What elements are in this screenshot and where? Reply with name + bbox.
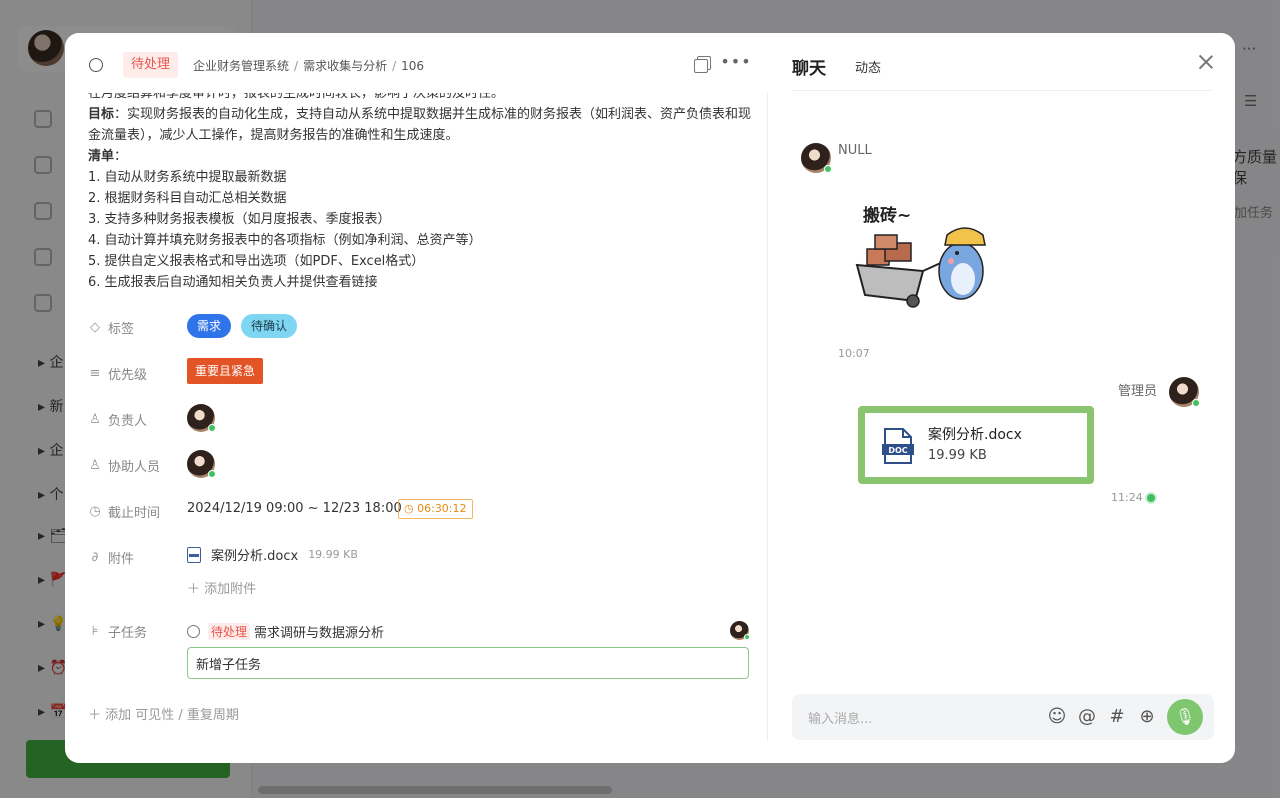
timer-icon: ◷ bbox=[404, 502, 414, 515]
microphone-button[interactable]: 🎙 bbox=[1167, 699, 1203, 735]
microphone-icon: 🎙 bbox=[1174, 707, 1196, 726]
task-detail-modal: 在月度结算和季度审计时，报表的生成时间较长，影响了决策的及时性。 目标：实现财务… bbox=[65, 33, 1235, 763]
clock-icon: ◷ bbox=[89, 503, 101, 519]
file-message-card[interactable]: DOC 案例分析.docx 19.99 KB bbox=[858, 406, 1094, 484]
list-label: 清单 bbox=[88, 149, 115, 164]
cart-icon bbox=[855, 234, 946, 308]
new-subtask-input[interactable] bbox=[187, 647, 749, 679]
online-dot bbox=[824, 165, 832, 173]
tags-row-label: ◇ 标签 bbox=[90, 319, 135, 337]
assistant-avatar[interactable] bbox=[187, 450, 216, 478]
description-list-title: 清单： bbox=[88, 149, 128, 164]
chat-header-divider bbox=[792, 90, 1212, 91]
description-list-item: 2. 根据财务科目自动汇总相关数据 bbox=[88, 191, 287, 206]
message-time: 11:24 bbox=[1111, 491, 1143, 504]
subtask-assignee-avatar[interactable] bbox=[730, 621, 750, 640]
goal-label: 目标 bbox=[88, 107, 115, 122]
tab-activity[interactable]: 动态 bbox=[855, 57, 881, 76]
message-input[interactable]: 输入消息... bbox=[808, 708, 872, 727]
description-list-item: 1. 自动从财务系统中提取最新数据 bbox=[88, 170, 287, 185]
countdown-badge: ◷ 06:30:12 bbox=[398, 499, 473, 519]
attachment-name: 案例分析.docx bbox=[211, 549, 299, 564]
plus-icon: ＋ bbox=[88, 708, 102, 723]
task-detail-pane: 在月度结算和季度审计时，报表的生成时间较长，影响了决策的及时性。 目标：实现财务… bbox=[65, 33, 768, 763]
assistants-row-label: ♙ 协助人员 bbox=[89, 457, 161, 475]
more-icon[interactable]: ••• bbox=[720, 52, 750, 71]
sticker-text: 搬砖~ bbox=[863, 205, 911, 226]
sticker-image[interactable]: 搬砖~ bbox=[853, 199, 1003, 309]
breadcrumb: 企业财务管理系统 / 需求收集与分析/106 bbox=[193, 59, 425, 73]
tag-pending-confirm[interactable]: 待确认 bbox=[241, 314, 298, 338]
user-icon: ♙ bbox=[89, 411, 101, 427]
subtask-title[interactable]: 需求调研与数据源分析 bbox=[254, 622, 384, 641]
subtask-item[interactable]: 待处理 需求调研与数据源分析 bbox=[187, 622, 750, 641]
message-sender-name: NULL bbox=[838, 143, 872, 158]
attachment-size: 19.99 KB bbox=[308, 548, 358, 561]
tag-requirement[interactable]: 需求 bbox=[187, 314, 232, 338]
svg-text:DOC: DOC bbox=[888, 446, 907, 455]
chat-input-bar: 输入消息... ☺ @ # ⊕ 🎙 bbox=[792, 694, 1214, 740]
owner-row-label: ♙ 负责人 bbox=[89, 411, 148, 429]
tag-icon: ◇ bbox=[90, 319, 100, 335]
subtask-status-badge[interactable]: 待处理 bbox=[208, 622, 251, 640]
message-sender-name: 管理员 bbox=[1118, 384, 1158, 399]
hashtag-icon[interactable]: # bbox=[1106, 706, 1128, 728]
close-icon[interactable] bbox=[1195, 51, 1217, 73]
description-list-item: 5. 提供自定义报表格式和导出选项（如PDF、Excel格式） bbox=[88, 254, 425, 269]
task-status-badge[interactable]: 待处理 bbox=[123, 52, 179, 78]
message-time: 10:07 bbox=[838, 347, 870, 360]
delivered-status-icon bbox=[1145, 492, 1157, 504]
attachment-item[interactable]: 案例分析.docx 19.99 KB bbox=[187, 545, 358, 564]
online-dot bbox=[744, 634, 750, 640]
online-dot bbox=[1192, 399, 1200, 407]
breadcrumb-list[interactable]: 需求收集与分析 bbox=[303, 59, 387, 73]
plus-circle-icon[interactable]: ⊕ bbox=[1136, 706, 1158, 728]
copy-icon[interactable] bbox=[693, 55, 711, 73]
sender-avatar[interactable] bbox=[801, 143, 832, 173]
mention-icon[interactable]: @ bbox=[1076, 706, 1098, 728]
deadline-row-label: ◷ 截止时间 bbox=[89, 503, 161, 521]
owner-avatar[interactable] bbox=[187, 404, 216, 432]
plus-icon: ＋ bbox=[187, 582, 201, 597]
doc-file-icon bbox=[187, 546, 201, 563]
description-list-item: 6. 生成报表后自动通知相关负责人并提供查看链接 bbox=[88, 275, 378, 290]
breadcrumb-project[interactable]: 企业财务管理系统 bbox=[193, 59, 289, 73]
priority-row-label: ≡ 优先级 bbox=[89, 365, 148, 383]
dolphin-icon bbox=[938, 227, 986, 300]
doc-file-icon: DOC bbox=[882, 428, 914, 464]
online-dot bbox=[208, 424, 216, 432]
file-size: 19.99 KB bbox=[928, 448, 987, 463]
tab-chat[interactable]: 聊天 bbox=[792, 54, 826, 79]
users-icon: ♙ bbox=[89, 457, 101, 473]
goal-text: ：实现财务报表的自动化生成，支持自动从系统中提取数据并生成标准的财务报表（如利润… bbox=[88, 107, 752, 143]
priority-icon: ≡ bbox=[89, 365, 101, 381]
file-name: 案例分析.docx bbox=[928, 427, 1022, 443]
breadcrumb-id: 106 bbox=[401, 59, 425, 73]
sender-avatar[interactable] bbox=[1169, 377, 1200, 407]
add-visibility-repeat-button[interactable]: ＋ 添加 可见性 / 重复周期 bbox=[88, 704, 239, 723]
online-dot bbox=[208, 470, 216, 478]
chat-pane: 聊天 动态 NULL 搬砖~ 10:07 管理员 11:24 输入消息... ☺… bbox=[768, 33, 1235, 763]
description-list-item: 4. 自动计算并填充财务报表中的各项指标（例如净利润、总资产等） bbox=[88, 233, 482, 248]
add-attachment-button[interactable]: ＋ 添加附件 bbox=[187, 578, 256, 597]
subtask-icon: ⊧ bbox=[91, 623, 99, 639]
complete-task-checkbox[interactable] bbox=[89, 58, 103, 72]
priority-badge[interactable]: 重要且紧急 bbox=[187, 358, 264, 384]
task-header: 待处理 企业财务管理系统 / 需求收集与分析/106 ••• bbox=[65, 33, 768, 93]
deadline-value[interactable]: 2024/12/19 09:00 ~ 12/23 18:00 bbox=[187, 501, 402, 516]
subtasks-row-label: ⊧ 子任务 bbox=[88, 622, 147, 641]
attachments-row-label: ∂ 附件 bbox=[88, 548, 134, 567]
description-goal: 目标：实现财务报表的自动化生成，支持自动从系统中提取数据并生成标准的财务报表（如… bbox=[88, 104, 753, 146]
subtask-checkbox[interactable] bbox=[187, 624, 200, 638]
task-description: 在月度结算和季度审计时，报表的生成时间较长，影响了决策的及时性。 目标：实现财务… bbox=[88, 83, 753, 293]
paperclip-icon: ∂ bbox=[91, 549, 99, 565]
description-list-item: 3. 支持多种财务报表模板（如月度报表、季度报表） bbox=[88, 212, 391, 227]
emoji-icon[interactable]: ☺ bbox=[1046, 706, 1068, 728]
